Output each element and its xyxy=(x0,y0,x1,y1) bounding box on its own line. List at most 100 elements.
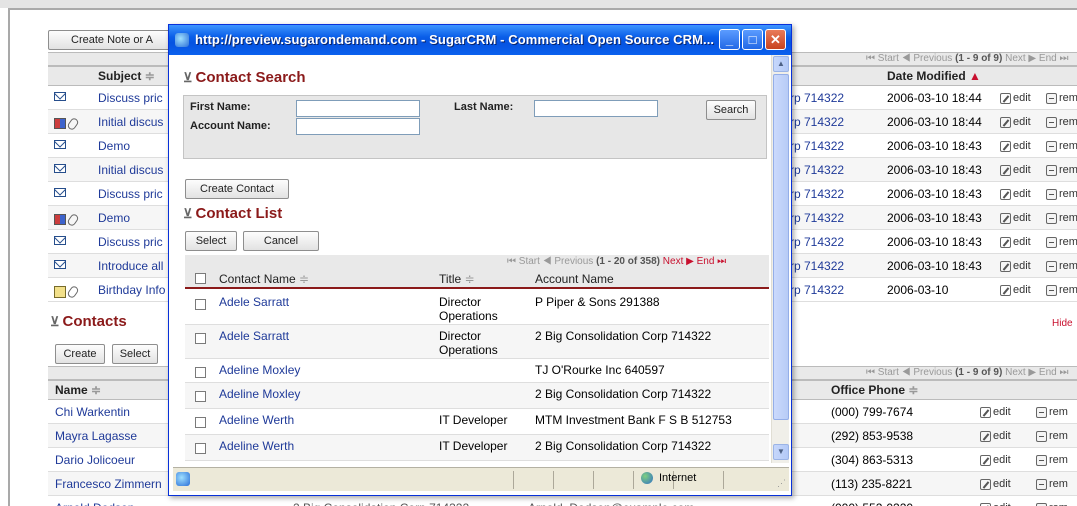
history-subject[interactable]: Introduce all xyxy=(98,254,163,278)
history-account[interactable]: rp 714322 xyxy=(790,230,844,254)
edit-link[interactable]: edit xyxy=(980,472,1011,496)
history-subject[interactable]: Birthday Info xyxy=(98,278,165,302)
search-button[interactable]: Search xyxy=(706,100,756,120)
contact-list-name[interactable]: Adele Sarratt xyxy=(219,295,289,309)
row-checkbox[interactable] xyxy=(195,417,206,428)
history-subject[interactable]: Demo xyxy=(98,134,130,158)
remove-link[interactable]: rem xyxy=(1046,110,1077,134)
popup-titlebar[interactable]: http://preview.sugarondemand.com - Sugar… xyxy=(169,25,791,55)
remove-link[interactable]: rem xyxy=(1036,472,1068,496)
remove-link[interactable]: rem xyxy=(1046,134,1077,158)
contacts-pager-end[interactable]: End ⏭ xyxy=(1039,367,1069,378)
history-pager-end[interactable]: End ⏭ xyxy=(1039,53,1069,64)
edit-link[interactable]: edit xyxy=(1000,86,1031,110)
close-button[interactable]: ✕ xyxy=(765,29,786,50)
edit-link[interactable]: edit xyxy=(980,448,1011,472)
edit-link[interactable]: edit xyxy=(1000,134,1031,158)
edit-link[interactable]: edit xyxy=(980,496,1011,506)
remove-link[interactable]: rem xyxy=(1046,206,1077,230)
edit-link[interactable]: edit xyxy=(1000,110,1031,134)
create-note-button[interactable]: Create Note or A xyxy=(48,30,176,50)
history-subject[interactable]: Initial discus xyxy=(98,110,163,134)
scroll-thumb[interactable] xyxy=(773,74,789,420)
contacts-pager-previous[interactable]: ◀ Previous xyxy=(902,367,953,378)
resize-grip-icon[interactable]: ⋰ xyxy=(777,478,786,489)
history-pager-start[interactable]: ⏮ Start xyxy=(866,53,899,64)
remove-link[interactable]: rem xyxy=(1036,448,1068,472)
remove-link[interactable]: rem xyxy=(1046,86,1077,110)
history-account[interactable]: rp 714322 xyxy=(790,206,844,230)
create-contact-button[interactable]: Create Contact xyxy=(185,179,289,199)
contact-list-pager-next[interactable]: Next ▶ xyxy=(663,256,694,267)
cancel-button[interactable]: Cancel xyxy=(243,231,319,251)
edit-link[interactable]: edit xyxy=(1000,254,1031,278)
first-name-input[interactable] xyxy=(296,100,420,117)
contact-list-name[interactable]: Adeline Werth xyxy=(219,439,294,453)
contact-name[interactable]: Chi Warkentin xyxy=(55,400,130,424)
history-subject[interactable]: Discuss pric xyxy=(98,230,163,254)
remove-link[interactable]: rem xyxy=(1046,182,1077,206)
contact-name[interactable]: Mayra Lagasse xyxy=(55,424,137,448)
remove-link[interactable]: rem xyxy=(1046,158,1077,182)
row-checkbox[interactable] xyxy=(195,299,206,310)
contact-list-name[interactable]: Adeline Moxley xyxy=(219,363,300,377)
row-checkbox[interactable] xyxy=(195,391,206,402)
history-account[interactable]: rp 714322 xyxy=(790,134,844,158)
contact-list-name[interactable]: Adeline Werth xyxy=(219,413,294,427)
history-account[interactable]: rp 714322 xyxy=(790,182,844,206)
edit-link[interactable]: edit xyxy=(1000,158,1031,182)
row-checkbox[interactable] xyxy=(195,367,206,378)
contact-name[interactable]: Dario Jolicoeur xyxy=(55,448,135,472)
edit-link[interactable]: edit xyxy=(980,400,1011,424)
contacts-header-office-phone[interactable]: Office Phone ≑ xyxy=(831,383,918,397)
contacts-pager-next[interactable]: Next ▶ xyxy=(1005,367,1036,378)
history-account[interactable]: rp 714322 xyxy=(790,86,844,110)
scroll-up-button[interactable]: ▲ xyxy=(773,56,789,72)
contact-list-pager-end[interactable]: End ⏭ xyxy=(697,256,727,267)
history-pager-next[interactable]: Next ▶ xyxy=(1005,53,1036,64)
remove-link[interactable]: rem xyxy=(1036,496,1068,506)
contact-list-name[interactable]: Adeline Moxley xyxy=(219,387,300,401)
minimize-button[interactable]: _ xyxy=(719,29,740,50)
history-subject[interactable]: Discuss pric xyxy=(98,86,163,110)
history-account[interactable]: rp 714322 xyxy=(790,158,844,182)
select-all-checkbox[interactable] xyxy=(195,273,206,284)
history-account[interactable]: rp 714322 xyxy=(790,254,844,278)
contacts-hide-link[interactable]: Hide xyxy=(1052,318,1073,329)
maximize-button[interactable]: □ xyxy=(742,29,763,50)
edit-link[interactable]: edit xyxy=(1000,182,1031,206)
edit-link[interactable]: edit xyxy=(1000,278,1031,302)
contact-name[interactable]: Francesco Zimmern xyxy=(55,472,162,496)
contact-list-header-title[interactable]: Title ≑ xyxy=(439,272,475,286)
contact-email[interactable]: Arnold_Dodson@example.com xyxy=(528,496,694,506)
row-checkbox[interactable] xyxy=(195,333,206,344)
remove-link[interactable]: rem xyxy=(1036,400,1068,424)
remove-link[interactable]: rem xyxy=(1046,278,1077,302)
contact-list-pager-start[interactable]: ⏮ Start xyxy=(507,256,540,267)
history-account[interactable]: rp 714322 xyxy=(790,110,844,134)
contacts-select-button[interactable]: Select xyxy=(112,344,158,364)
contact-name[interactable]: Arnold Dodson xyxy=(55,496,134,506)
popup-scrollbar[interactable]: ▲ ▼ xyxy=(771,55,789,463)
contacts-pager-start[interactable]: ⏮ Start xyxy=(866,367,899,378)
history-pager-previous[interactable]: ◀ Previous xyxy=(902,53,953,64)
contacts-create-button[interactable]: Create xyxy=(55,344,105,364)
history-subject[interactable]: Demo xyxy=(98,206,130,230)
history-header-date-modified[interactable]: Date Modified ▲ xyxy=(887,69,981,83)
edit-link[interactable]: edit xyxy=(1000,230,1031,254)
row-checkbox[interactable] xyxy=(195,443,206,454)
contact-list-name[interactable]: Adele Sarratt xyxy=(219,329,289,343)
scroll-down-button[interactable]: ▼ xyxy=(773,444,789,460)
select-button[interactable]: Select xyxy=(185,231,237,251)
history-subject[interactable]: Initial discus xyxy=(98,158,163,182)
remove-link[interactable]: rem xyxy=(1036,424,1068,448)
remove-link[interactable]: rem xyxy=(1046,254,1077,278)
history-account[interactable]: rp 714322 xyxy=(790,278,844,302)
contact-account[interactable]: 2 Big Consolidation Corp 714322 xyxy=(293,496,469,506)
edit-link[interactable]: edit xyxy=(980,424,1011,448)
last-name-input[interactable] xyxy=(534,100,658,117)
edit-link[interactable]: edit xyxy=(1000,206,1031,230)
account-name-input[interactable] xyxy=(296,118,420,135)
contact-list-header-name[interactable]: Contact Name ≑ xyxy=(219,272,309,286)
history-header-subject[interactable]: Subject ≑ xyxy=(98,69,155,83)
